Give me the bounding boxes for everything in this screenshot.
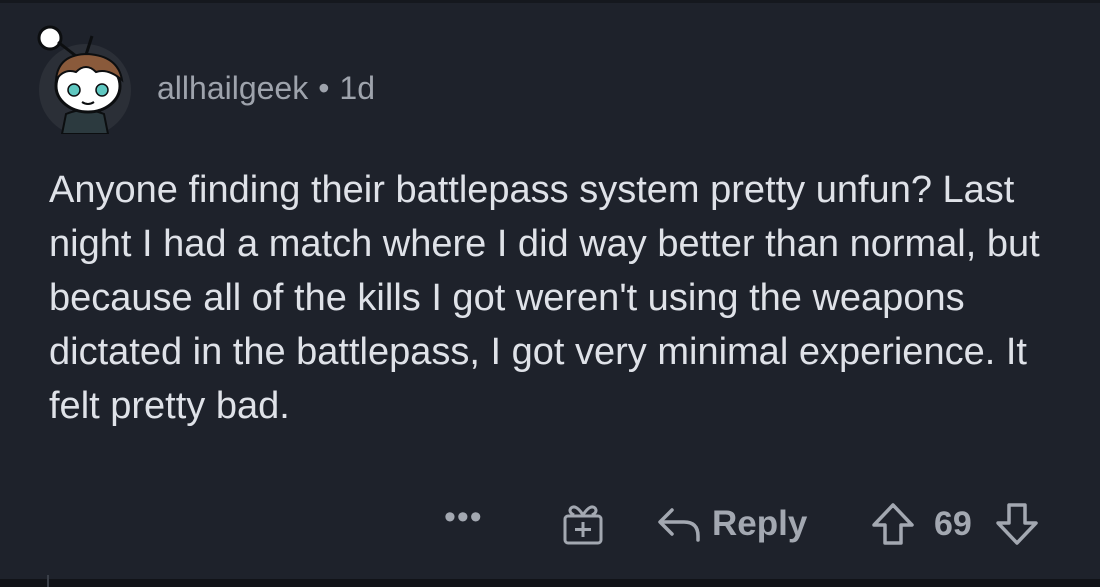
reply-arrow-icon <box>656 504 702 544</box>
thread-line <box>47 575 49 587</box>
vote-score: 69 <box>934 504 972 543</box>
downvote-arrow-icon[interactable] <box>994 502 1040 546</box>
comment-meta: allhailgeek • 1d <box>157 68 375 108</box>
reply-button[interactable]: Reply <box>656 502 807 546</box>
comment-body: Anyone finding their battlepass system p… <box>49 169 1040 427</box>
more-options-icon[interactable]: ••• <box>444 500 488 542</box>
author-username[interactable]: allhailgeek <box>157 70 308 106</box>
award-gift-icon[interactable] <box>560 502 606 546</box>
user-avatar[interactable] <box>36 22 134 134</box>
top-divider <box>0 0 1100 3</box>
meta-separator: • <box>318 70 330 106</box>
vote-control: 69 <box>870 502 1040 546</box>
snoo-avatar-icon <box>37 25 131 134</box>
comment-card: allhailgeek • 1d Anyone finding their batt… <box>0 0 1100 587</box>
reply-label: Reply <box>712 504 808 543</box>
comment-age: 1d <box>339 70 376 106</box>
comment-action-bar: ••• Reply 69 <box>0 496 1100 552</box>
upvote-arrow-icon[interactable] <box>870 502 916 546</box>
bottom-divider <box>0 579 1100 587</box>
